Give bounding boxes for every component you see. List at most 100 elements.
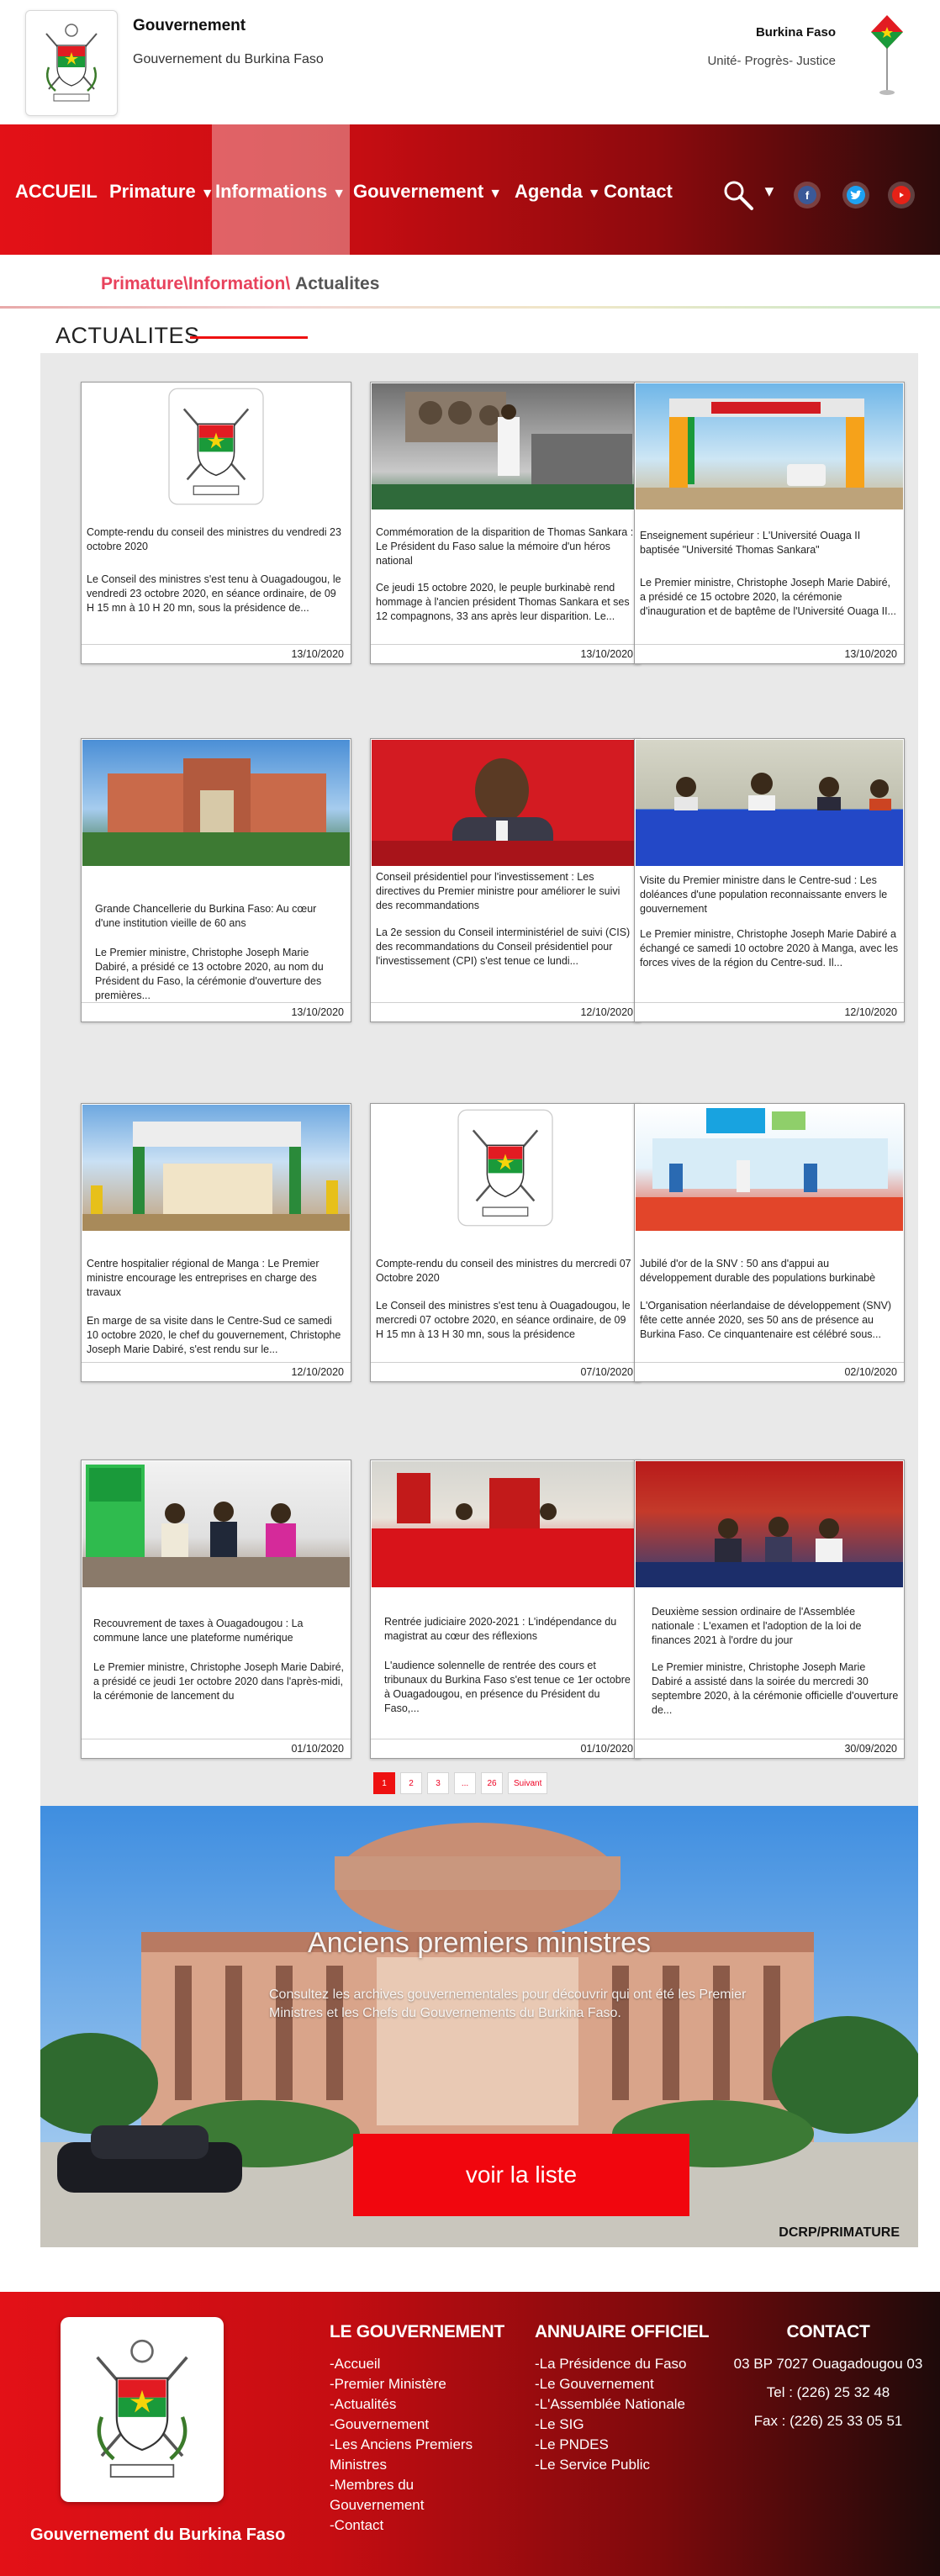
next-page-button[interactable]: Suivant — [508, 1772, 548, 1794]
footer-link[interactable]: -Contact — [330, 2515, 504, 2536]
news-date: 13/10/2020 — [291, 1006, 344, 1018]
news-thumbnail — [82, 740, 350, 866]
news-title[interactable]: Visite du Premier ministre dans le Centr… — [640, 874, 899, 916]
nav-label: Agenda — [515, 181, 583, 202]
news-date: 01/10/2020 — [291, 1743, 344, 1755]
news-date: 30/09/2020 — [844, 1743, 897, 1755]
news-thumbnail — [82, 1461, 350, 1587]
news-card[interactable]: Grande Chancellerie du Burkina Faso: Au … — [81, 738, 351, 1022]
twitter-link[interactable] — [842, 182, 869, 209]
news-card[interactable]: Compte-rendu du conseil des ministres du… — [81, 382, 351, 664]
footer-link[interactable]: -La Présidence du Faso — [535, 2354, 709, 2374]
news-thumbnail — [636, 1461, 903, 1587]
coat-of-arms-logo[interactable] — [25, 10, 118, 116]
news-title[interactable]: Compte-rendu du conseil des ministres du… — [376, 1257, 635, 1285]
news-card[interactable]: Commémoration de la disparition de Thoma… — [370, 382, 641, 664]
nav-label: Contact — [604, 181, 673, 202]
news-excerpt: Le Premier ministre, Christophe Joseph M… — [95, 947, 324, 1001]
nav-item-agenda[interactable]: Agenda ▼ — [515, 181, 601, 203]
news-thumbnail — [372, 383, 639, 509]
news-thumbnail — [636, 1105, 903, 1231]
footer-link[interactable]: -Le PNDES — [535, 2435, 709, 2455]
nav-label: Primature — [109, 181, 196, 202]
footer-gouvernement: LE GOUVERNEMENT -Accueil -Premier Minist… — [330, 2322, 504, 2536]
news-title[interactable]: Conseil présidentiel pour l'investisseme… — [376, 870, 635, 913]
news-card[interactable]: Visite du Premier ministre dans le Centr… — [634, 738, 905, 1022]
search-icon[interactable] — [721, 178, 755, 212]
footer-link[interactable]: -Premier Ministère — [330, 2374, 504, 2394]
breadcrumb-path[interactable]: Primature\Information\ — [101, 274, 290, 293]
news-title[interactable]: Grande Chancellerie du Burkina Faso: Au … — [95, 902, 344, 931]
footer-link[interactable]: -Membres du Gouvernement — [330, 2475, 456, 2515]
news-card[interactable]: Deuxième session ordinaire de l'Assemblé… — [634, 1460, 905, 1759]
banner-description: Consultez les archives gouvernementales … — [269, 1987, 747, 2020]
footer-link[interactable]: -Les Anciens Premiers Ministres — [330, 2435, 489, 2475]
national-motto: Unité- Progrès- Justice — [707, 54, 836, 68]
news-card[interactable]: Centre hospitalier régional de Manga : L… — [81, 1103, 351, 1382]
news-card[interactable]: Enseignement supérieur : L'Université Ou… — [634, 382, 905, 664]
nav-item-contact[interactable]: Contact — [604, 181, 673, 203]
news-title[interactable]: Jubilé d'or de la SNV : 50 ans d'appui a… — [640, 1257, 899, 1285]
news-title[interactable]: Rentrée judiciaire 2020-2021 : L'indépen… — [384, 1615, 633, 1644]
news-card[interactable]: Jubilé d'or de la SNV : 50 ans d'appui a… — [634, 1103, 905, 1382]
breadcrumb-current: Actualites — [295, 274, 380, 293]
news-title[interactable]: Compte-rendu du conseil des ministres du… — [87, 525, 346, 554]
page-button[interactable]: 2 — [400, 1772, 422, 1794]
top-header: Gouvernement Gouvernement du Burkina Fas… — [0, 0, 940, 124]
news-title[interactable]: Deuxième session ordinaire de l'Assemblé… — [652, 1605, 899, 1648]
view-list-button[interactable]: voir la liste — [353, 2134, 689, 2216]
flag-icon — [871, 15, 903, 95]
news-date: 13/10/2020 — [844, 648, 897, 660]
nav-item-primature[interactable]: Primature ▼ — [109, 181, 214, 203]
divider — [82, 1362, 351, 1363]
contact-fax: Fax : (226) 25 33 05 51 — [753, 2413, 903, 2429]
coat-of-arms-icon — [96, 2339, 188, 2478]
news-excerpt: Le Premier ministre, Christophe Joseph M… — [640, 577, 896, 617]
news-thumbnail — [82, 1105, 350, 1231]
news-title[interactable]: Enseignement supérieur : L'Université Ou… — [640, 529, 899, 557]
page-button[interactable]: 1 — [373, 1772, 395, 1794]
contact-phone: Tel : (226) 25 32 48 — [766, 2384, 890, 2400]
page-button[interactable]: 26 — [481, 1772, 503, 1794]
news-excerpt: L'audience solennelle de rentrée des cou… — [384, 1660, 631, 1714]
coat-of-arms-icon — [45, 24, 98, 102]
nav-item-informations[interactable]: Informations ▼ — [215, 181, 346, 203]
former-prime-ministers-banner: Anciens premiers ministres Consultez les… — [40, 1806, 918, 2247]
divider — [0, 306, 940, 309]
youtube-link[interactable] — [888, 182, 915, 209]
news-title[interactable]: Centre hospitalier régional de Manga : L… — [87, 1257, 346, 1300]
chevron-down-icon: ▼ — [488, 187, 503, 201]
page-button[interactable]: 3 — [427, 1772, 449, 1794]
footer-link[interactable]: -L'Assemblée Nationale — [535, 2394, 709, 2415]
news-card[interactable]: Compte-rendu du conseil des ministres du… — [370, 1103, 641, 1382]
footer-link[interactable]: -Accueil — [330, 2354, 504, 2374]
footer-logo[interactable] — [61, 2317, 224, 2502]
pagination: 1 2 3 ... 26 Suivant — [373, 1772, 548, 1794]
chevron-down-icon: ▼ — [332, 187, 346, 201]
footer-link[interactable]: -Actualités — [330, 2394, 504, 2415]
footer-link[interactable]: -Le SIG — [535, 2415, 709, 2435]
news-title[interactable]: Commémoration de la disparition de Thoma… — [376, 525, 635, 568]
coat-of-arms-icon — [457, 1109, 553, 1227]
news-excerpt: Le Premier ministre, Christophe Joseph M… — [93, 1661, 345, 1702]
news-excerpt: Le Conseil des ministres s'est tenu à Ou… — [376, 1300, 631, 1340]
news-excerpt: Le Premier ministre, Christophe Joseph M… — [640, 928, 899, 969]
chevron-down-icon[interactable]: ▼ — [762, 183, 777, 201]
news-title[interactable]: Recouvrement de taxes à Ouagadougou : La… — [93, 1617, 346, 1645]
nav-item-accueil[interactable]: ACCUEIL — [15, 181, 98, 203]
facebook-link[interactable]: f — [794, 182, 821, 209]
news-card[interactable]: Rentrée judiciaire 2020-2021 : L'indépen… — [370, 1460, 641, 1759]
footer-brand: Gouvernement du Burkina Faso — [30, 2526, 286, 2544]
nav-item-gouvernement[interactable]: Gouvernement ▼ — [353, 181, 502, 203]
news-excerpt: Le Premier ministre, Christophe Joseph M… — [652, 1661, 899, 1716]
coat-of-arms-icon — [168, 388, 264, 505]
footer-link[interactable]: -Le Gouvernement — [535, 2374, 709, 2394]
news-card[interactable]: Recouvrement de taxes à Ouagadougou : La… — [81, 1460, 351, 1759]
divider — [371, 1002, 640, 1003]
footer-contact: CONTACT 03 BP 7027 Ouagadougou 03 Tel : … — [731, 2322, 925, 2431]
footer-link[interactable]: -Le Service Public — [535, 2455, 709, 2475]
news-excerpt: La 2e session du Conseil interministérie… — [376, 926, 631, 967]
footer-link[interactable]: -Gouvernement — [330, 2415, 504, 2435]
news-excerpt: L'Organisation néerlandaise de développe… — [640, 1300, 892, 1340]
news-card[interactable]: Conseil présidentiel pour l'investisseme… — [370, 738, 641, 1022]
